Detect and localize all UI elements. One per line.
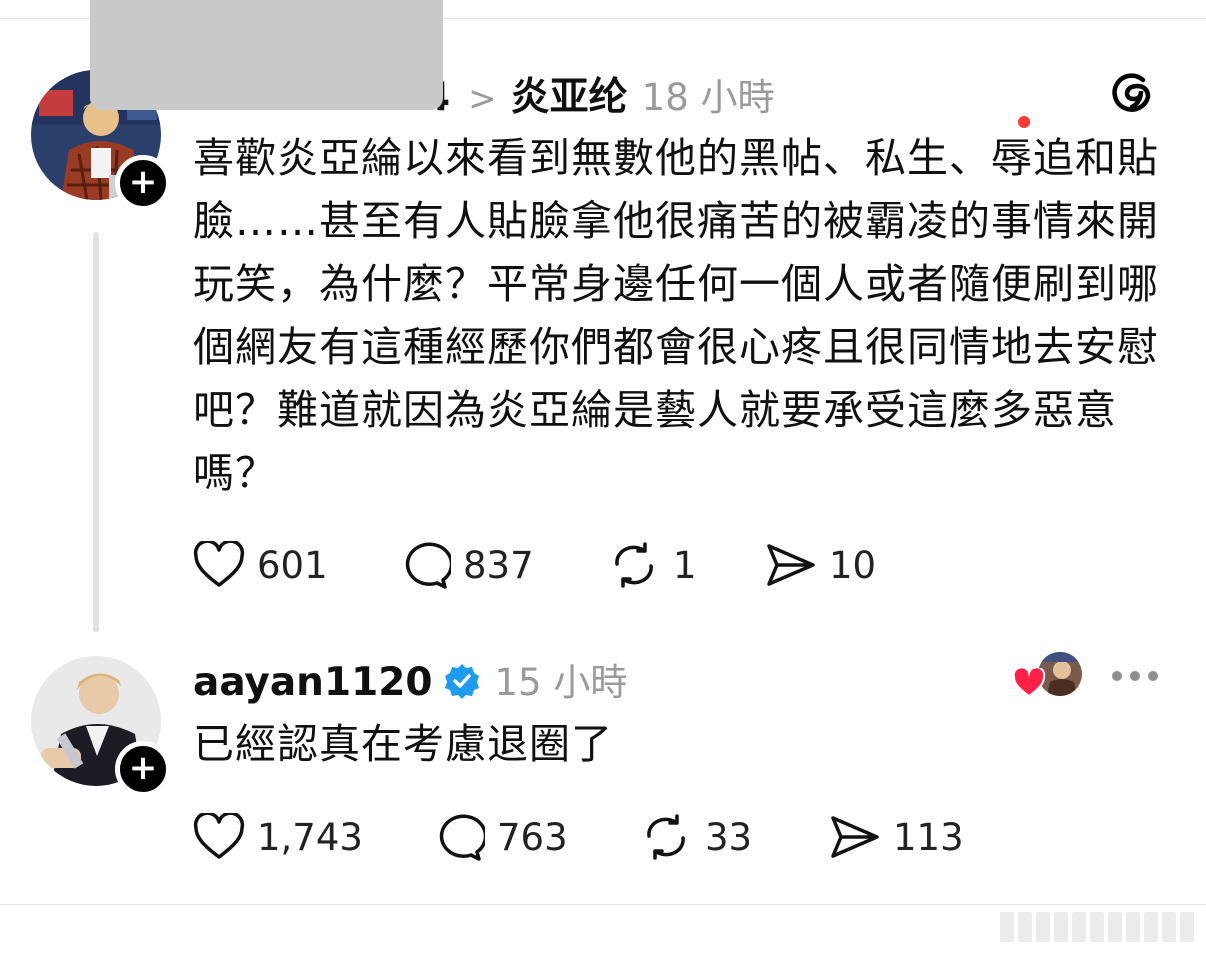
timestamp: 15 小時 <box>494 661 628 704</box>
follow-button[interactable]: + <box>115 741 171 797</box>
paper-plane-icon <box>829 813 881 861</box>
share-count: 113 <box>893 815 964 859</box>
username[interactable]: aayan1120 <box>193 660 432 705</box>
threads-logo-icon[interactable] <box>1108 67 1156 119</box>
comment-bubble-icon <box>433 812 485 862</box>
repost-count: 1 <box>673 543 697 587</box>
post-header: aayan1120 15 小時 <box>193 652 627 706</box>
like-count: 601 <box>257 543 328 587</box>
comment-count: 763 <box>497 815 568 859</box>
follow-button[interactable]: + <box>115 155 171 211</box>
timestamp: 18 小時 <box>641 76 775 119</box>
reply-to-username[interactable]: 炎亚纶 <box>511 66 628 122</box>
post-header: 4 > 炎亚纶 18 小時 <box>423 66 775 122</box>
post-actions: 1,743 763 33 113 <box>193 812 964 862</box>
paper-plane-icon <box>765 541 817 589</box>
repost-button[interactable]: 1 <box>607 540 765 590</box>
redacted-area <box>90 0 443 110</box>
comment-button[interactable]: 763 <box>433 812 639 862</box>
next-post-peek <box>0 944 1206 956</box>
comment-button[interactable]: 837 <box>399 540 607 590</box>
share-button[interactable]: 10 <box>765 541 876 589</box>
post-actions: 601 837 1 10 <box>193 540 876 590</box>
repost-count: 33 <box>705 815 753 859</box>
more-dots-icon[interactable] <box>1112 671 1158 681</box>
share-button[interactable]: 113 <box>829 813 964 861</box>
repost-arrows-icon <box>639 812 693 862</box>
threads-screen: + 4 > 炎亚纶 18 小時 喜歡炎亞綸以來看到無數他的黑帖、私生、辱追和貼臉… <box>0 0 1206 956</box>
share-count: 10 <box>829 543 877 587</box>
divider <box>0 904 1206 905</box>
watermark <box>1000 912 1194 942</box>
liked-heart-icon <box>1012 666 1046 702</box>
post-body: 喜歡炎亞綸以來看到無數他的黑帖、私生、辱追和貼臉……甚至有人貼臉拿他很痛苦的被霸… <box>193 134 1159 497</box>
verified-badge-icon <box>444 663 480 703</box>
post-body: 已經認真在考慮退圈了 <box>193 720 613 768</box>
like-count: 1,743 <box>257 815 363 859</box>
like-button[interactable]: 601 <box>193 541 399 589</box>
comment-bubble-icon <box>399 540 451 590</box>
thread-line <box>93 232 99 632</box>
comment-count: 837 <box>463 543 534 587</box>
repost-button[interactable]: 33 <box>639 812 829 862</box>
heart-icon <box>193 541 245 589</box>
chevron-right-icon: > <box>468 79 497 119</box>
repost-arrows-icon <box>607 540 661 590</box>
heart-icon <box>193 813 245 861</box>
like-button[interactable]: 1,743 <box>193 813 433 861</box>
author-liked-indicator <box>1012 650 1092 702</box>
